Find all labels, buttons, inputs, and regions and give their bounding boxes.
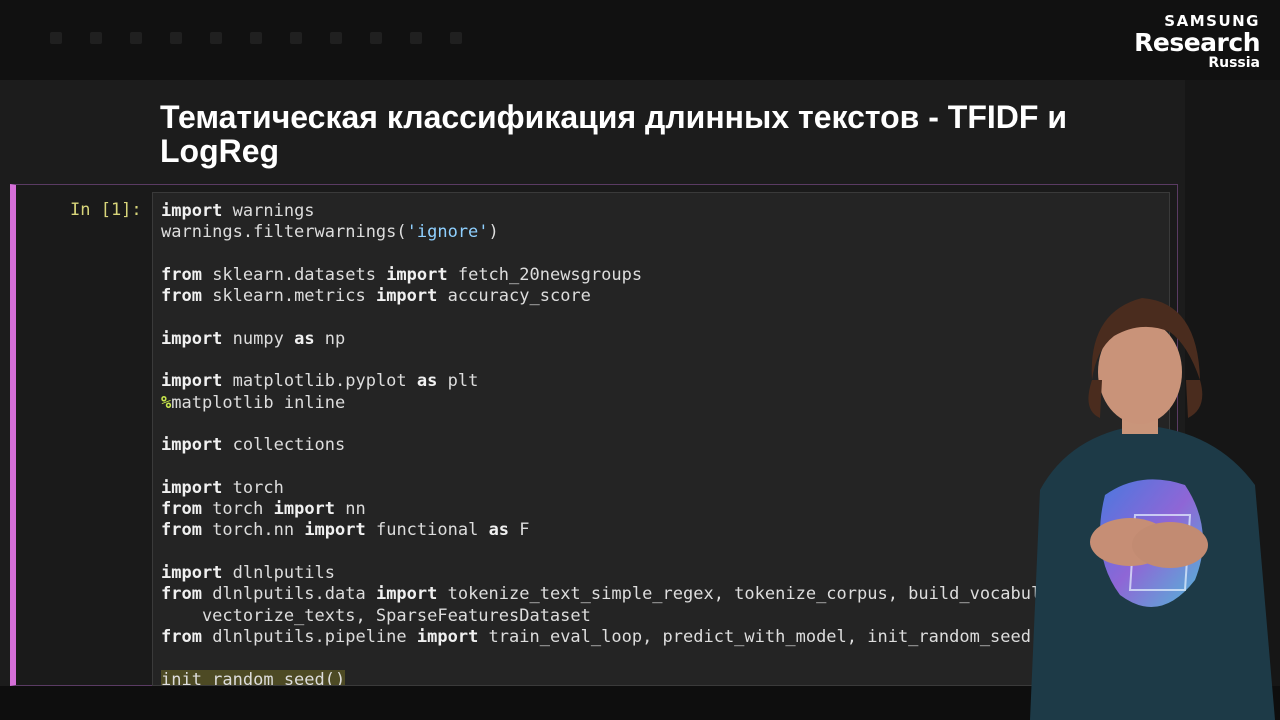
code-line[interactable] [161,414,1103,435]
code-token: nn [335,499,366,520]
save-icon[interactable] [50,32,62,44]
keyword-token: import [161,328,223,349]
move-up-icon[interactable] [250,32,262,44]
keyword-token: from [161,584,202,605]
keyword-token: as [294,328,315,349]
keyword-token: import [416,626,479,647]
code-line[interactable]: %matplotlib inline [161,393,1103,414]
keyword-token: import [375,584,438,605]
code-token: vectorize_texts, SparseFeaturesDataset [161,605,591,626]
keyword-token: from [161,499,202,520]
code-token: functional [365,520,489,541]
cut-icon[interactable] [130,32,142,44]
code-line[interactable]: from sklearn.datasets import fetch_20new… [161,265,1103,286]
code-line[interactable] [161,457,1103,478]
cell-prompt: In [1]: [70,200,142,220]
code-line[interactable] [161,307,1103,328]
code-line[interactable]: from sklearn.metrics import accuracy_sco… [161,286,1103,307]
code-token: torch [222,477,284,498]
string-token: 'ignore' [406,222,489,243]
code-token: dlnlputils.data [201,584,376,605]
presenter-image [1030,298,1275,720]
code-line[interactable] [161,350,1103,371]
code-line[interactable]: import warnings [161,201,1103,222]
keyword-token: from [161,286,202,307]
keyword-token: import [161,201,223,221]
logo-sub: Russia [1208,55,1260,71]
code-line[interactable]: from torch import nn [161,499,1103,520]
code-line[interactable]: import numpy as np [161,329,1103,350]
code-line[interactable]: import dlnlputils [161,563,1103,584]
move-down-icon[interactable] [290,32,302,44]
code-token: fetch_20newsgroups [447,264,643,285]
keyword-token: import [161,371,223,392]
code-token: F [509,520,530,541]
keyword-token: import [161,477,223,498]
notebook-toolbar: SAMSUNG Research Russia [0,0,1280,80]
code-token: tokenize_text_simple_regex, tokenize_cor… [437,584,1103,605]
keyword-token: import [304,520,366,541]
code-line[interactable] [161,648,1103,669]
paste-icon[interactable] [210,32,222,44]
toolbar-icons [50,32,462,48]
highlighted-token: init_random_seed() [161,669,346,685]
code-token: ) [488,222,499,243]
code-line[interactable]: from dlnlputils.data import tokenize_tex… [161,584,1103,605]
code-token: plt [437,371,479,392]
keyword-token: from [161,520,202,541]
code-token: torch [201,499,274,520]
copy-icon[interactable] [170,32,182,44]
code-token: collections [222,435,346,456]
code-line[interactable]: init_random_seed() [161,669,1103,685]
code-token: accuracy_score [437,286,591,307]
code-token: dlnlputils [222,563,336,584]
code-token: dlnlputils.pipeline [201,626,417,647]
keyword-token: import [375,286,438,307]
keyword-token: as [488,520,510,541]
keyword-token: from [161,626,202,647]
add-cell-icon[interactable] [90,32,102,44]
samsung-research-logo: SAMSUNG Research Russia [1134,12,1260,71]
code-token: numpy [222,328,295,349]
code-token: matplotlib inline [171,392,346,413]
keyword-token: import [273,499,336,520]
keyword-token: as [416,371,438,392]
keyword-token: from [161,264,202,285]
logo-brand: SAMSUNG [1164,12,1260,30]
code-token: np [314,328,346,349]
markdown-heading: Тематическая классификация длинных текст… [160,99,1067,169]
code-line[interactable]: from dlnlputils.pipeline import train_ev… [161,627,1103,648]
code-token: train_eval_loop, predict_with_model, ini… [478,626,1031,647]
code-line[interactable]: warnings.filterwarnings('ignore') [161,222,1103,243]
code-line[interactable]: import collections [161,435,1103,456]
code-line[interactable] [161,244,1103,265]
logo-main: Research [1134,28,1260,57]
code-token: sklearn.datasets [201,264,387,285]
fast-forward-icon[interactable] [450,32,462,44]
code-line[interactable]: from torch.nn import functional as F [161,520,1103,541]
code-line[interactable]: import matplotlib.pyplot as plt [161,371,1103,392]
restart-icon[interactable] [410,32,422,44]
code-text[interactable]: import warnings warnings.filterwarnings('… [161,201,1103,685]
code-token: warnings.filterwarnings( [161,222,407,243]
code-line[interactable]: vectorize_texts, SparseFeaturesDataset [161,606,1103,627]
magic-token: % [161,392,172,413]
code-token: sklearn.metrics [201,286,376,307]
stop-icon[interactable] [370,32,382,44]
code-token: matplotlib.pyplot [222,371,417,392]
keyword-token: import [161,435,223,456]
code-line[interactable] [161,542,1103,563]
code-token: torch.nn [201,520,305,541]
code-line[interactable]: import torch [161,478,1103,499]
keyword-token: import [386,264,448,285]
code-token: warnings [222,201,315,221]
keyword-token: import [161,563,223,584]
run-icon[interactable] [330,32,342,44]
